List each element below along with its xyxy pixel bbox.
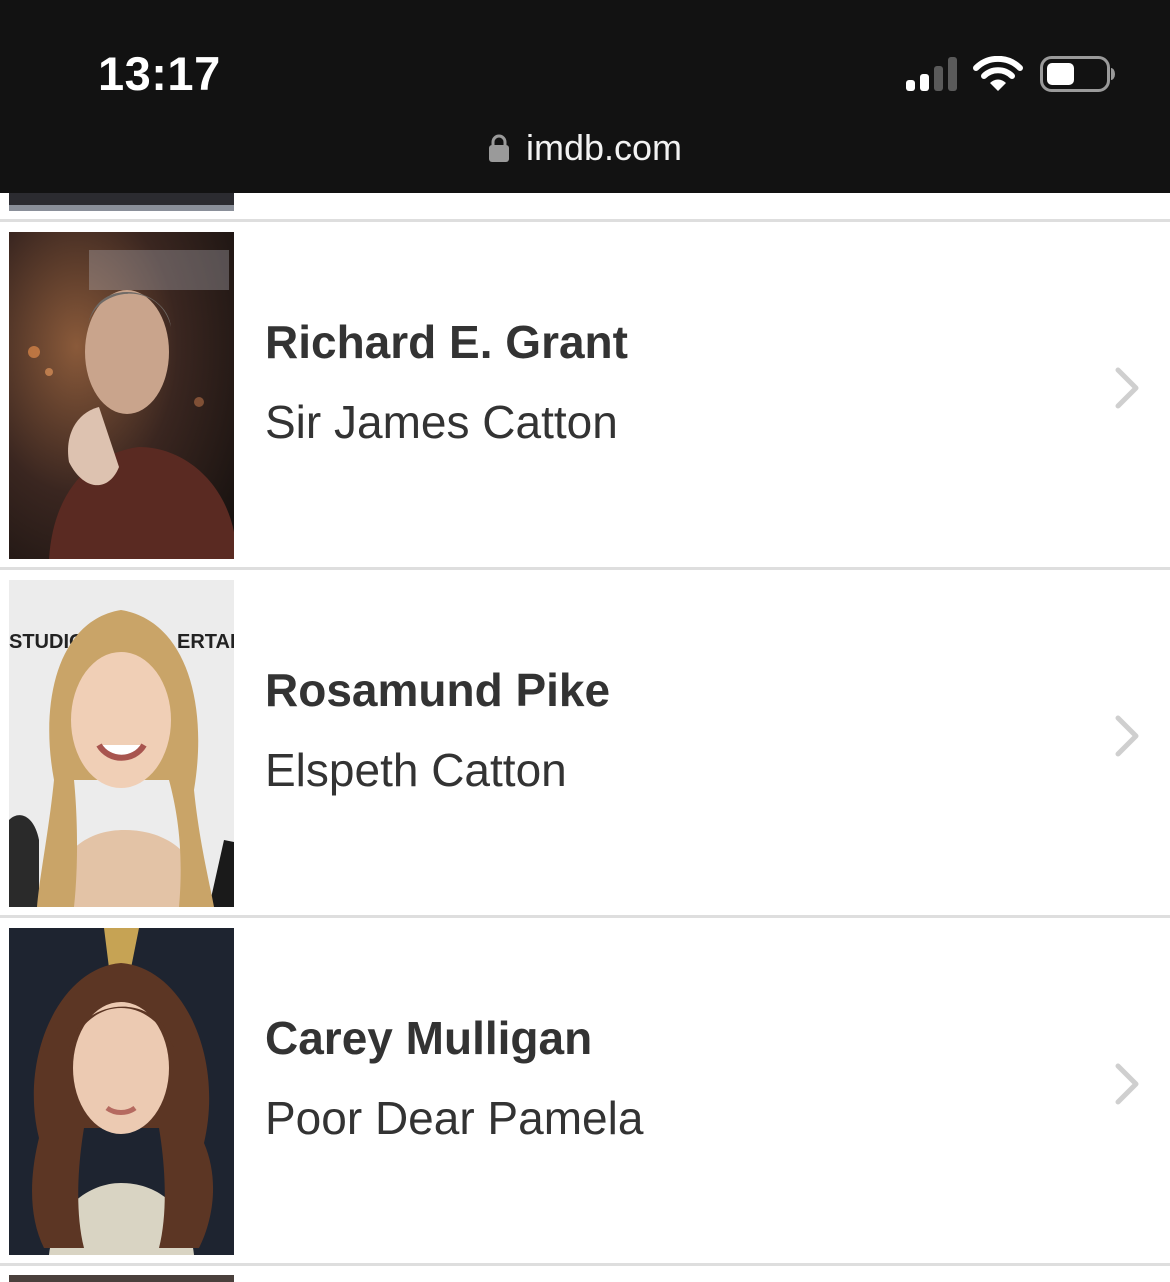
character-name: Elspeth Catton — [265, 744, 567, 796]
battery-icon — [1040, 56, 1115, 92]
character-name: Poor Dear Pamela — [265, 1092, 644, 1144]
url-text: imdb.com — [525, 127, 683, 168]
browser-top-bar: 13:17 imdb.com — [0, 0, 1170, 193]
chevron-right-icon[interactable] — [1112, 366, 1142, 410]
cast-row[interactable]: STUDIOS ERTAINM Rosamund Pike Elspeth Ca… — [0, 570, 1170, 915]
actor-photo — [9, 232, 234, 559]
actor-photo: STUDIOS ERTAINM — [9, 580, 234, 907]
divider — [0, 1263, 1170, 1266]
cast-row[interactable]: Richard E. Grant Sir James Catton — [0, 222, 1170, 567]
address-bar[interactable]: imdb.com — [0, 124, 1170, 174]
chevron-right-icon[interactable] — [1112, 714, 1142, 758]
actor-name[interactable]: Carey Mulligan — [265, 1010, 592, 1066]
actor-photo — [9, 928, 234, 1255]
cast-row[interactable]: Carey Mulligan Poor Dear Pamela — [0, 918, 1170, 1263]
svg-text:ERTAINM: ERTAINM — [177, 631, 234, 653]
lock-icon — [488, 134, 509, 162]
imdb-cast-page: 13:17 imdb.com Richard E. Grant Sir Jame… — [0, 0, 1170, 1282]
wifi-icon — [973, 56, 1023, 91]
character-name: Sir James Catton — [265, 396, 618, 448]
chevron-right-icon[interactable] — [1112, 1062, 1142, 1106]
status-time: 13:17 — [98, 47, 221, 100]
cellular-signal-icon — [906, 57, 960, 91]
actor-name[interactable]: Richard E. Grant — [265, 314, 628, 370]
next-cast-photo[interactable] — [9, 1275, 234, 1282]
actor-name[interactable]: Rosamund Pike — [265, 662, 610, 718]
